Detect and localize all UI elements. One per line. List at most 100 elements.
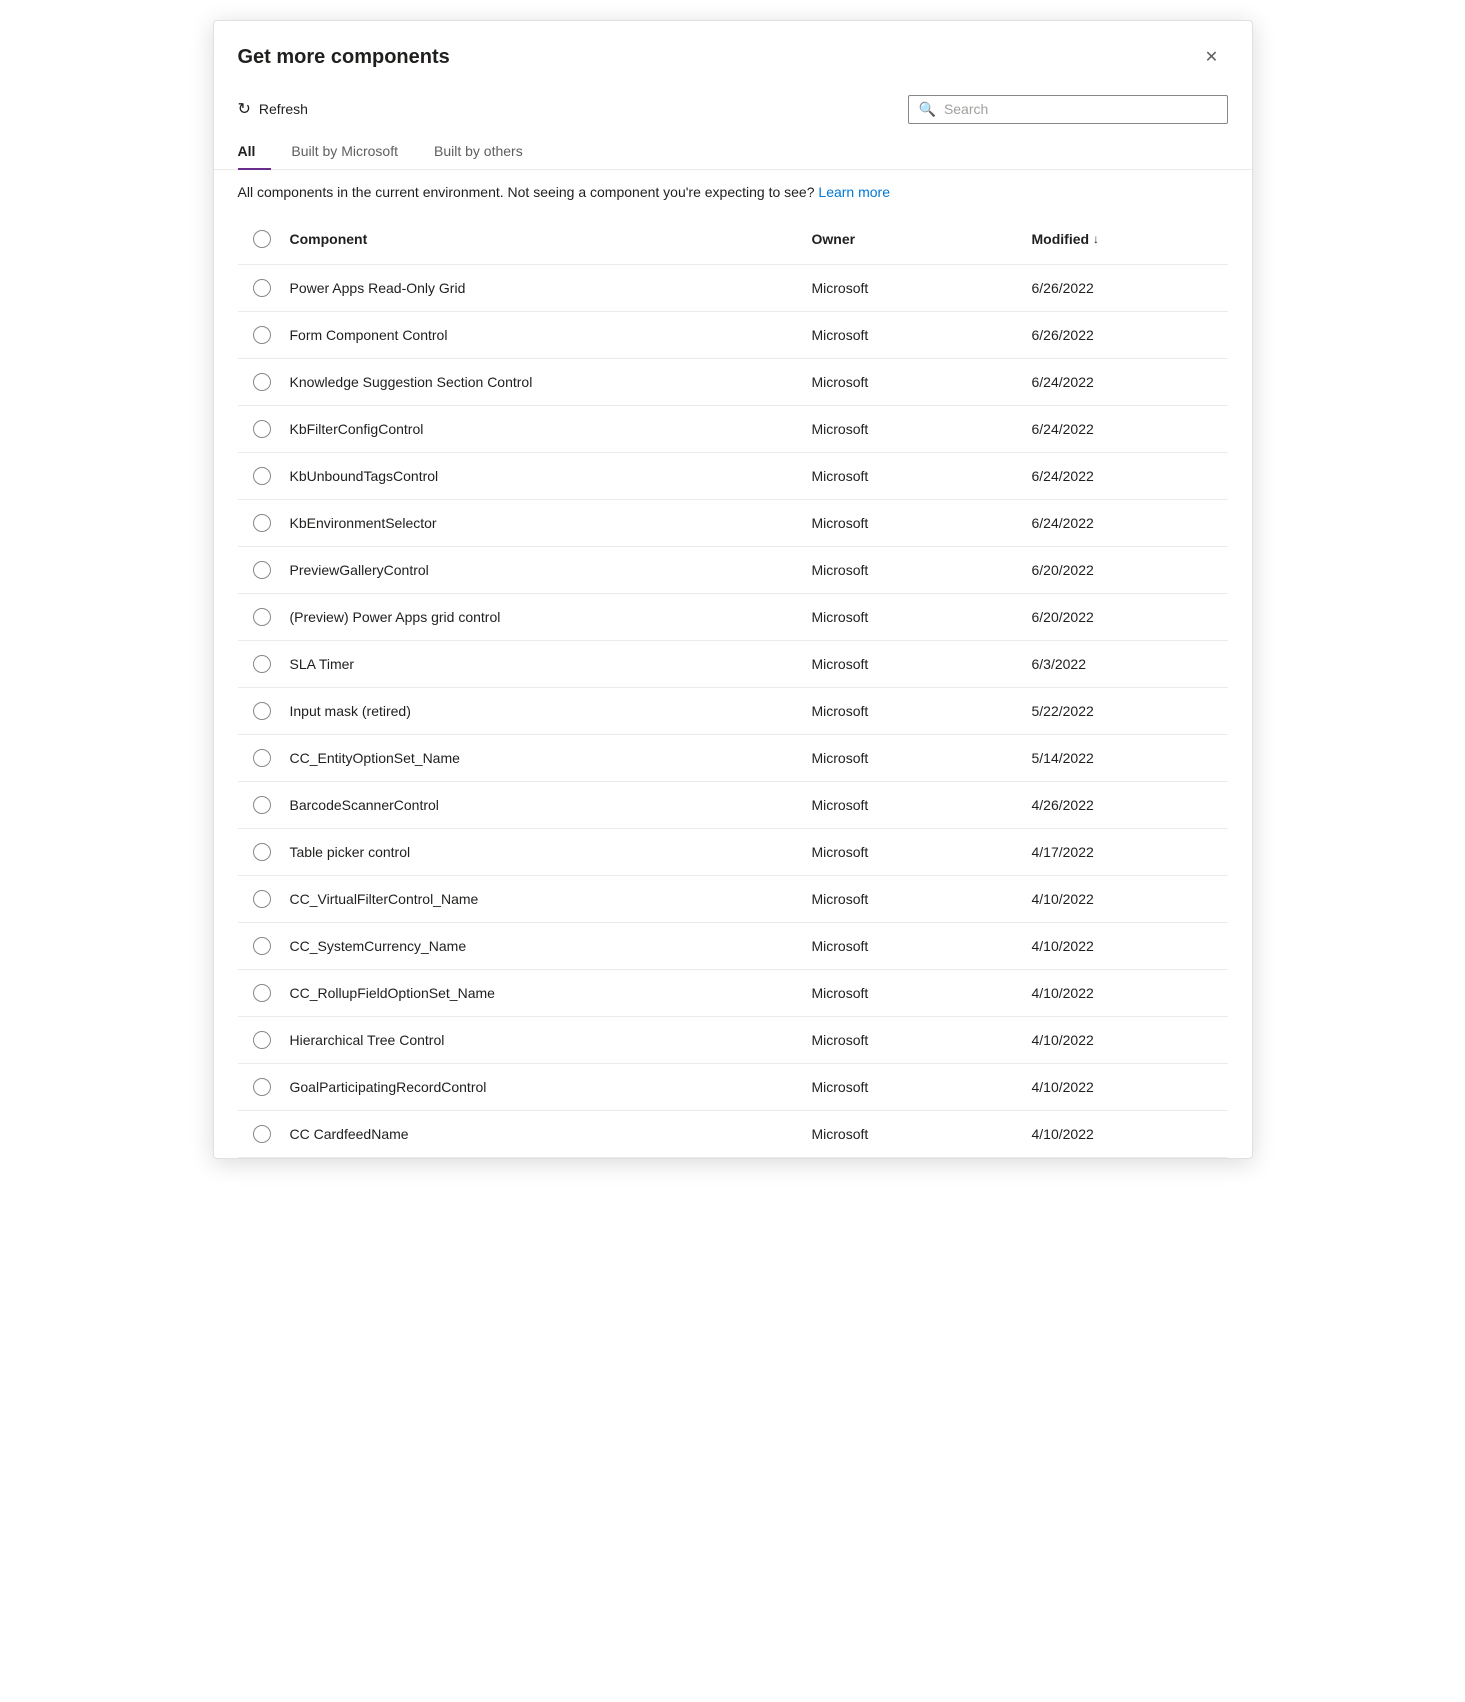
table-row: Power Apps Read-Only Grid Microsoft 6/26… bbox=[238, 265, 1228, 312]
modified-cell: 4/10/2022 bbox=[1028, 1111, 1228, 1157]
component-cell: GoalParticipatingRecordControl bbox=[286, 1064, 808, 1110]
owner-cell: Microsoft bbox=[808, 1111, 1028, 1157]
table-body: Power Apps Read-Only Grid Microsoft 6/26… bbox=[238, 265, 1228, 1158]
component-cell: SLA Timer bbox=[286, 641, 808, 687]
checkbox-column-header bbox=[238, 222, 286, 256]
modified-cell: 4/10/2022 bbox=[1028, 970, 1228, 1016]
row-checkbox-cell bbox=[238, 688, 286, 734]
owner-cell: Microsoft bbox=[808, 265, 1028, 311]
row-checkbox[interactable] bbox=[253, 655, 271, 673]
tab-built-by-microsoft[interactable]: Built by Microsoft bbox=[275, 133, 414, 169]
row-checkbox[interactable] bbox=[253, 796, 271, 814]
table-row: Table picker control Microsoft 4/17/2022 bbox=[238, 829, 1228, 876]
owner-cell: Microsoft bbox=[808, 500, 1028, 546]
component-cell: CC_RollupFieldOptionSet_Name bbox=[286, 970, 808, 1016]
owner-cell: Microsoft bbox=[808, 829, 1028, 875]
row-checkbox[interactable] bbox=[253, 373, 271, 391]
modified-cell: 4/10/2022 bbox=[1028, 1064, 1228, 1110]
owner-cell: Microsoft bbox=[808, 688, 1028, 734]
search-icon: 🔍 bbox=[919, 101, 936, 118]
refresh-icon: ↻ bbox=[238, 99, 251, 119]
row-checkbox[interactable] bbox=[253, 326, 271, 344]
owner-cell: Microsoft bbox=[808, 1017, 1028, 1063]
component-cell: CC_EntityOptionSet_Name bbox=[286, 735, 808, 781]
table-row: SLA Timer Microsoft 6/3/2022 bbox=[238, 641, 1228, 688]
owner-cell: Microsoft bbox=[808, 453, 1028, 499]
table-row: Input mask (retired) Microsoft 5/22/2022 bbox=[238, 688, 1228, 735]
row-checkbox[interactable] bbox=[253, 843, 271, 861]
row-checkbox[interactable] bbox=[253, 890, 271, 908]
row-checkbox[interactable] bbox=[253, 1125, 271, 1143]
row-checkbox-cell bbox=[238, 406, 286, 452]
owner-cell: Microsoft bbox=[808, 359, 1028, 405]
table-row: GoalParticipatingRecordControl Microsoft… bbox=[238, 1064, 1228, 1111]
table-container: Component Owner Modified ↓ Power Apps Re… bbox=[214, 214, 1252, 1158]
table-row: KbEnvironmentSelector Microsoft 6/24/202… bbox=[238, 500, 1228, 547]
tab-all[interactable]: All bbox=[238, 133, 272, 169]
dialog-header: Get more components ✕ bbox=[214, 21, 1252, 85]
table-row: Form Component Control Microsoft 6/26/20… bbox=[238, 312, 1228, 359]
owner-cell: Microsoft bbox=[808, 735, 1028, 781]
component-cell: (Preview) Power Apps grid control bbox=[286, 594, 808, 640]
search-input[interactable] bbox=[944, 101, 1217, 117]
modified-cell: 6/26/2022 bbox=[1028, 265, 1228, 311]
modified-cell: 6/24/2022 bbox=[1028, 453, 1228, 499]
tabs-container: All Built by Microsoft Built by others bbox=[214, 133, 1252, 170]
row-checkbox[interactable] bbox=[253, 561, 271, 579]
row-checkbox-cell bbox=[238, 970, 286, 1016]
row-checkbox[interactable] bbox=[253, 984, 271, 1002]
table-row: PreviewGalleryControl Microsoft 6/20/202… bbox=[238, 547, 1228, 594]
table-row: (Preview) Power Apps grid control Micros… bbox=[238, 594, 1228, 641]
owner-cell: Microsoft bbox=[808, 406, 1028, 452]
modified-cell: 4/17/2022 bbox=[1028, 829, 1228, 875]
info-bar: All components in the current environmen… bbox=[214, 170, 1252, 214]
row-checkbox[interactable] bbox=[253, 279, 271, 297]
select-all-checkbox[interactable] bbox=[253, 230, 271, 248]
owner-cell: Microsoft bbox=[808, 641, 1028, 687]
table-row: Knowledge Suggestion Section Control Mic… bbox=[238, 359, 1228, 406]
component-cell: KbFilterConfigControl bbox=[286, 406, 808, 452]
row-checkbox[interactable] bbox=[253, 467, 271, 485]
row-checkbox[interactable] bbox=[253, 702, 271, 720]
component-cell: CC_SystemCurrency_Name bbox=[286, 923, 808, 969]
toolbar: ↻ Refresh 🔍 bbox=[214, 85, 1252, 133]
refresh-button[interactable]: ↻ Refresh bbox=[230, 93, 316, 125]
row-checkbox[interactable] bbox=[253, 514, 271, 532]
modified-cell: 5/22/2022 bbox=[1028, 688, 1228, 734]
learn-more-link[interactable]: Learn more bbox=[818, 184, 890, 200]
row-checkbox[interactable] bbox=[253, 608, 271, 626]
table-row: CC_SystemCurrency_Name Microsoft 4/10/20… bbox=[238, 923, 1228, 970]
row-checkbox-cell bbox=[238, 829, 286, 875]
row-checkbox-cell bbox=[238, 453, 286, 499]
component-column-header: Component bbox=[286, 222, 808, 256]
row-checkbox-cell bbox=[238, 1111, 286, 1157]
table-row: CC_RollupFieldOptionSet_Name Microsoft 4… bbox=[238, 970, 1228, 1017]
component-cell: Power Apps Read-Only Grid bbox=[286, 265, 808, 311]
close-button[interactable]: ✕ bbox=[1196, 41, 1228, 73]
row-checkbox-cell bbox=[238, 500, 286, 546]
row-checkbox[interactable] bbox=[253, 937, 271, 955]
tab-built-by-others[interactable]: Built by others bbox=[418, 133, 539, 169]
row-checkbox-cell bbox=[238, 876, 286, 922]
row-checkbox-cell bbox=[238, 1064, 286, 1110]
owner-cell: Microsoft bbox=[808, 782, 1028, 828]
row-checkbox[interactable] bbox=[253, 749, 271, 767]
row-checkbox-cell bbox=[238, 923, 286, 969]
modified-cell: 6/3/2022 bbox=[1028, 641, 1228, 687]
owner-cell: Microsoft bbox=[808, 876, 1028, 922]
row-checkbox[interactable] bbox=[253, 1031, 271, 1049]
component-cell: CC CardfeedName bbox=[286, 1111, 808, 1157]
row-checkbox-cell bbox=[238, 359, 286, 405]
search-container: 🔍 bbox=[908, 95, 1228, 124]
component-cell: PreviewGalleryControl bbox=[286, 547, 808, 593]
table-row: KbUnboundTagsControl Microsoft 6/24/2022 bbox=[238, 453, 1228, 500]
modified-cell: 6/24/2022 bbox=[1028, 500, 1228, 546]
row-checkbox[interactable] bbox=[253, 420, 271, 438]
row-checkbox-cell bbox=[238, 547, 286, 593]
modified-column-header[interactable]: Modified ↓ bbox=[1028, 222, 1228, 256]
modified-cell: 4/10/2022 bbox=[1028, 876, 1228, 922]
component-cell: Table picker control bbox=[286, 829, 808, 875]
row-checkbox-cell bbox=[238, 312, 286, 358]
row-checkbox[interactable] bbox=[253, 1078, 271, 1096]
owner-cell: Microsoft bbox=[808, 547, 1028, 593]
